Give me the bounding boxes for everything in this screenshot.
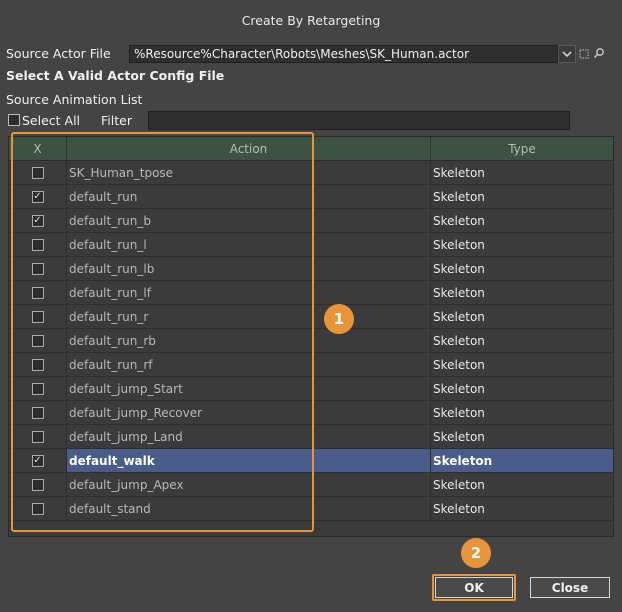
table-row[interactable]: default_stand Skeleton bbox=[9, 497, 613, 521]
checkbox-unchecked[interactable] bbox=[31, 382, 44, 395]
ok-button[interactable]: OK bbox=[435, 577, 513, 598]
table-row[interactable]: default_run_lb Skeleton bbox=[9, 257, 613, 281]
row-checkbox-cell bbox=[9, 161, 67, 184]
action-cell: default_walk bbox=[67, 449, 431, 472]
checkbox-checked[interactable]: ✓ bbox=[31, 190, 44, 203]
type-cell: Skeleton bbox=[433, 405, 485, 420]
callout-badge-2: 2 bbox=[461, 538, 491, 568]
table-body: SK_Human_tpose Skeleton ✓ default_run Skelet… bbox=[9, 161, 613, 521]
type-cell: Skeleton bbox=[433, 477, 485, 492]
row-checkbox-cell: ✓ bbox=[9, 209, 67, 232]
action-cell: default_jump_Apex bbox=[67, 473, 431, 496]
checkbox-unchecked[interactable] bbox=[31, 502, 44, 515]
type-cell: Skeleton bbox=[433, 165, 485, 180]
table-row[interactable]: ✓ default_run_b Skeleton bbox=[9, 209, 613, 233]
column-x-header[interactable]: X bbox=[9, 137, 67, 160]
table-row[interactable]: ✓ default_run Skeleton bbox=[9, 185, 613, 209]
select-all-label[interactable]: Select All bbox=[22, 113, 80, 128]
table-row[interactable]: default_jump_Land Skeleton bbox=[9, 425, 613, 449]
action-cell: default_run_lf bbox=[67, 281, 431, 304]
chevron-down-icon bbox=[562, 50, 572, 57]
checkbox-checked[interactable]: ✓ bbox=[31, 454, 44, 467]
table-row[interactable]: SK_Human_tpose Skeleton bbox=[9, 161, 613, 185]
dialog-title: Create By Retargeting bbox=[241, 13, 381, 28]
action-cell: default_jump_Land bbox=[67, 425, 431, 448]
filter-input[interactable] bbox=[148, 111, 570, 130]
checkbox-unchecked[interactable] bbox=[31, 334, 44, 347]
row-checkbox-cell bbox=[9, 425, 67, 448]
type-cell: Skeleton bbox=[433, 189, 485, 204]
action-cell: default_run bbox=[67, 185, 431, 208]
table-row[interactable]: default_run_rf Skeleton bbox=[9, 353, 613, 377]
table-row[interactable]: ✓ default_walk Skeleton bbox=[9, 449, 613, 473]
checkbox-unchecked[interactable] bbox=[31, 430, 44, 443]
action-cell: default_run_l bbox=[67, 233, 431, 256]
action-cell: default_stand bbox=[67, 497, 431, 520]
search-icon[interactable] bbox=[593, 47, 605, 59]
table-header: X Action Type bbox=[9, 137, 613, 161]
source-actor-label: Source Actor File bbox=[6, 46, 111, 61]
type-cell: Skeleton bbox=[433, 429, 485, 444]
animation-table: X Action Type SK_Human_tpose Skeleton ✓ def… bbox=[8, 136, 614, 537]
browse-icon[interactable] bbox=[579, 48, 589, 59]
table-row[interactable]: default_jump_Start Skeleton bbox=[9, 377, 613, 401]
action-cell: default_jump_Recover bbox=[67, 401, 431, 424]
callout-badge-1: 1 bbox=[324, 304, 354, 334]
row-checkbox-cell bbox=[9, 329, 67, 352]
close-button[interactable]: Close bbox=[530, 577, 610, 598]
table-row[interactable]: default_run_rb Skeleton bbox=[9, 329, 613, 353]
type-cell: Skeleton bbox=[433, 357, 485, 372]
checkbox-unchecked[interactable] bbox=[31, 166, 44, 179]
checkbox-unchecked[interactable] bbox=[31, 262, 44, 275]
action-cell: default_run_rf bbox=[67, 353, 431, 376]
checkbox-unchecked[interactable] bbox=[31, 358, 44, 371]
type-cell: Skeleton bbox=[433, 333, 485, 348]
row-checkbox-cell bbox=[9, 497, 67, 520]
type-cell: Skeleton bbox=[433, 501, 485, 516]
type-cell: Skeleton bbox=[433, 237, 485, 252]
type-cell: Skeleton bbox=[433, 261, 485, 276]
row-checkbox-cell: ✓ bbox=[9, 449, 67, 472]
row-checkbox-cell bbox=[9, 353, 67, 376]
source-actor-field[interactable]: %Resource%Character\Robots\Meshes\SK_Hum… bbox=[129, 45, 558, 63]
row-checkbox-cell bbox=[9, 473, 67, 496]
table-row[interactable]: default_jump_Apex Skeleton bbox=[9, 473, 613, 497]
action-cell: default_run_lb bbox=[67, 257, 431, 280]
row-checkbox-cell bbox=[9, 257, 67, 280]
action-cell: default_jump_Start bbox=[67, 377, 431, 400]
row-checkbox-cell bbox=[9, 281, 67, 304]
select-all-checkbox[interactable] bbox=[8, 114, 20, 126]
action-cell: default_run_r bbox=[67, 305, 431, 328]
table-row[interactable]: default_run_r Skeleton bbox=[9, 305, 613, 329]
row-checkbox-cell bbox=[9, 401, 67, 424]
checkbox-unchecked[interactable] bbox=[31, 406, 44, 419]
row-checkbox-cell: ✓ bbox=[9, 185, 67, 208]
checkbox-unchecked[interactable] bbox=[31, 478, 44, 491]
filter-label: Filter bbox=[101, 113, 132, 128]
config-warning: Select A Valid Actor Config File bbox=[6, 68, 225, 83]
type-cell: Skeleton bbox=[431, 449, 613, 472]
animation-list-label: Source Animation List bbox=[6, 92, 143, 107]
type-cell: Skeleton bbox=[433, 213, 485, 228]
table-row[interactable]: default_run_l Skeleton bbox=[9, 233, 613, 257]
checkbox-unchecked[interactable] bbox=[31, 238, 44, 251]
column-type-header[interactable]: Type bbox=[431, 137, 613, 160]
table-row[interactable]: default_run_lf Skeleton bbox=[9, 281, 613, 305]
action-cell: default_run_b bbox=[67, 209, 431, 232]
type-cell: Skeleton bbox=[433, 381, 485, 396]
source-actor-dropdown[interactable] bbox=[558, 45, 576, 63]
row-checkbox-cell bbox=[9, 305, 67, 328]
row-checkbox-cell bbox=[9, 233, 67, 256]
action-cell: default_run_rb bbox=[67, 329, 431, 352]
checkbox-unchecked[interactable] bbox=[31, 286, 44, 299]
checkbox-checked[interactable]: ✓ bbox=[31, 214, 44, 227]
action-cell: SK_Human_tpose bbox=[67, 161, 431, 184]
type-cell: Skeleton bbox=[433, 285, 485, 300]
row-checkbox-cell bbox=[9, 377, 67, 400]
column-action-header[interactable]: Action bbox=[67, 137, 431, 160]
type-cell: Skeleton bbox=[433, 309, 485, 324]
table-row[interactable]: default_jump_Recover Skeleton bbox=[9, 401, 613, 425]
checkbox-unchecked[interactable] bbox=[31, 310, 44, 323]
